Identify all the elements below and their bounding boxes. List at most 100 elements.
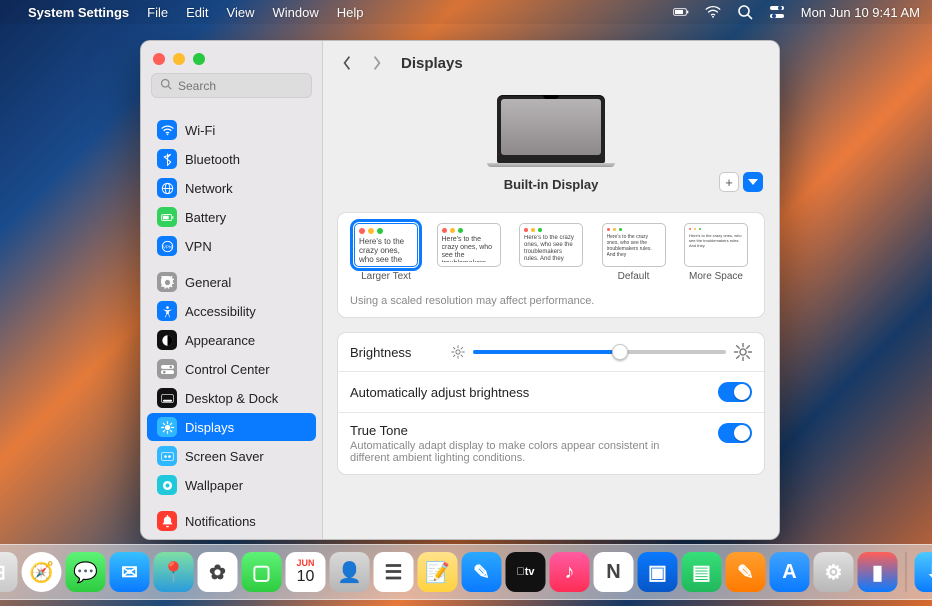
window-minimize-button[interactable]	[173, 53, 185, 65]
resolution-option-label: More Space	[680, 271, 752, 283]
menubar: System Settings File Edit View Window He…	[0, 0, 932, 24]
dock-contacts-icon[interactable]: 👤	[330, 552, 370, 592]
dock-freeform-icon[interactable]: ✎	[462, 552, 502, 592]
dock-maps-icon[interactable]: 📍	[154, 552, 194, 592]
dock-downloads-icon[interactable]: ⬇	[915, 552, 932, 592]
sidebar: Wi-Fi Bluetooth Network Battery VPNVPN Genera…	[141, 41, 323, 539]
truetone-toggle[interactable]	[718, 423, 752, 443]
resolution-option-3[interactable]: Here's to the crazy ones, who see the tr…	[515, 223, 587, 283]
sidebar-item-bluetooth[interactable]: Bluetooth	[147, 145, 316, 173]
wallpaper-icon	[157, 475, 177, 495]
sidebar-item-appearance[interactable]: Appearance	[147, 326, 316, 354]
menu-edit[interactable]: Edit	[186, 5, 208, 20]
auto-brightness-label: Automatically adjust brightness	[350, 385, 529, 400]
resolution-thumb: Here's to the crazy ones, who see the tr…	[519, 223, 583, 267]
wifi-status-icon[interactable]	[705, 4, 721, 20]
vpn-icon: VPN	[157, 236, 177, 256]
sidebar-item-label: General	[185, 275, 231, 290]
resolution-thumb: Here's to the crazy ones, who see the tr…	[354, 223, 418, 267]
menu-view[interactable]: View	[227, 5, 255, 20]
window-controls	[141, 41, 322, 73]
dock-iphone-mirror-icon[interactable]: ▮	[858, 552, 898, 592]
dock-notes-icon[interactable]: 📝	[418, 552, 458, 592]
resolution-sample-text: Here's to the crazy ones, who see the tr…	[524, 235, 578, 262]
sidebar-item-label: Desktop & Dock	[185, 391, 278, 406]
resolution-option-label	[433, 271, 505, 283]
menu-help[interactable]: Help	[337, 5, 364, 20]
sidebar-item-network[interactable]: Network	[147, 174, 316, 202]
dock-pages-icon[interactable]: ✎	[726, 552, 766, 592]
dock-appstore-icon[interactable]: A	[770, 552, 810, 592]
resolution-option-1[interactable]: Here's to the crazy ones, who see the tr…	[350, 223, 422, 283]
dock-music-icon[interactable]: ♪	[550, 552, 590, 592]
menu-file[interactable]: File	[147, 5, 168, 20]
dock-calendar-icon[interactable]: JUN10	[286, 552, 326, 592]
sidebar-item-label: Wi-Fi	[185, 123, 215, 138]
search-input[interactable]	[178, 79, 303, 93]
dock-launchpad-icon[interactable]: ⊞	[0, 552, 18, 592]
sidebar-item-vpn[interactable]: VPNVPN	[147, 232, 316, 260]
content-scroll[interactable]: Built-in Display + Here's to the crazy o…	[323, 85, 779, 489]
sidebar-item-label: Network	[185, 181, 233, 196]
window-close-button[interactable]	[153, 53, 165, 65]
resolution-option-5[interactable]: Here's to the crazy ones, who see the tr…	[680, 223, 752, 283]
menubar-datetime[interactable]: Mon Jun 10 9:41 AM	[801, 5, 920, 20]
page-title: Displays	[401, 55, 463, 72]
forward-button[interactable]	[367, 53, 387, 73]
toggles-icon	[157, 359, 177, 379]
dock-photos-icon[interactable]: ✿	[198, 552, 238, 592]
dock-keynote-icon[interactable]: ▣	[638, 552, 678, 592]
sidebar-item-wi-fi[interactable]: Wi-Fi	[147, 116, 316, 144]
resolution-thumb: Here's to the crazy ones, who see the tr…	[602, 223, 666, 267]
resolution-option-label: Default	[598, 271, 670, 283]
sidebar-item-sound[interactable]: Sound	[147, 536, 316, 539]
truetone-description: Automatically adapt display to make colo…	[350, 440, 680, 464]
sidebar-nav: Wi-Fi Bluetooth Network Battery VPNVPN Genera…	[141, 108, 322, 539]
window-zoom-button[interactable]	[193, 53, 205, 65]
brightness-track[interactable]	[473, 350, 726, 354]
dock-reminders-icon[interactable]: ☰	[374, 552, 414, 592]
resolution-thumb: Here's to the crazy ones, who see the tr…	[437, 223, 501, 267]
brightness-knob[interactable]	[612, 344, 628, 360]
sidebar-item-label: Wallpaper	[185, 478, 243, 493]
resolution-option-4[interactable]: Here's to the crazy ones, who see the tr…	[598, 223, 670, 283]
dock-numbers-icon[interactable]: ▤	[682, 552, 722, 592]
add-display-button[interactable]: +	[719, 172, 739, 192]
sidebar-item-wallpaper[interactable]: Wallpaper	[147, 471, 316, 499]
sidebar-item-accessibility[interactable]: Accessibility	[147, 297, 316, 325]
globe-icon	[157, 178, 177, 198]
sidebar-item-displays[interactable]: Displays	[147, 413, 316, 441]
resolution-option-2[interactable]: Here's to the crazy ones, who see the tr…	[433, 223, 505, 283]
sidebar-item-battery[interactable]: Battery	[147, 203, 316, 231]
brightness-slider[interactable]	[451, 343, 752, 361]
menubar-left: System Settings File Edit View Window He…	[10, 5, 363, 20]
sidebar-item-general[interactable]: General	[147, 268, 316, 296]
dock-safari-icon[interactable]: 🧭	[22, 552, 62, 592]
sidebar-item-label: Battery	[185, 210, 226, 225]
truetone-label: True Tone	[350, 423, 680, 438]
dock-settings-icon[interactable]: ⚙	[814, 552, 854, 592]
menu-window[interactable]: Window	[272, 5, 318, 20]
back-button[interactable]	[337, 53, 357, 73]
auto-brightness-toggle[interactable]	[718, 382, 752, 402]
sidebar-item-label: Appearance	[185, 333, 255, 348]
content-pane: Displays Built-in Display + Here's to th…	[323, 41, 779, 539]
control-center-icon[interactable]	[769, 4, 785, 20]
sidebar-item-screen-saver[interactable]: Screen Saver	[147, 442, 316, 470]
display-options-button[interactable]	[743, 172, 763, 192]
battery-status-icon[interactable]	[673, 4, 689, 20]
dock-tv-icon[interactable]: tv	[506, 552, 546, 592]
sidebar-search[interactable]	[151, 73, 312, 98]
screensaver-icon	[157, 446, 177, 466]
sidebar-item-control-center[interactable]: Control Center	[147, 355, 316, 383]
resolution-sample-text: Here's to the crazy ones, who see the tr…	[689, 233, 743, 248]
dock-mail-icon[interactable]: ✉	[110, 552, 150, 592]
dock-facetime-icon[interactable]: ▢	[242, 552, 282, 592]
sidebar-item-desktop-dock[interactable]: Desktop & Dock	[147, 384, 316, 412]
dock-news-icon[interactable]: N	[594, 552, 634, 592]
menubar-app-name[interactable]: System Settings	[28, 5, 129, 20]
spotlight-icon[interactable]	[737, 4, 753, 20]
sidebar-item-notifications[interactable]: Notifications	[147, 507, 316, 535]
dock-messages-icon[interactable]: 💬	[66, 552, 106, 592]
settings-window: Wi-Fi Bluetooth Network Battery VPNVPN Genera…	[140, 40, 780, 540]
